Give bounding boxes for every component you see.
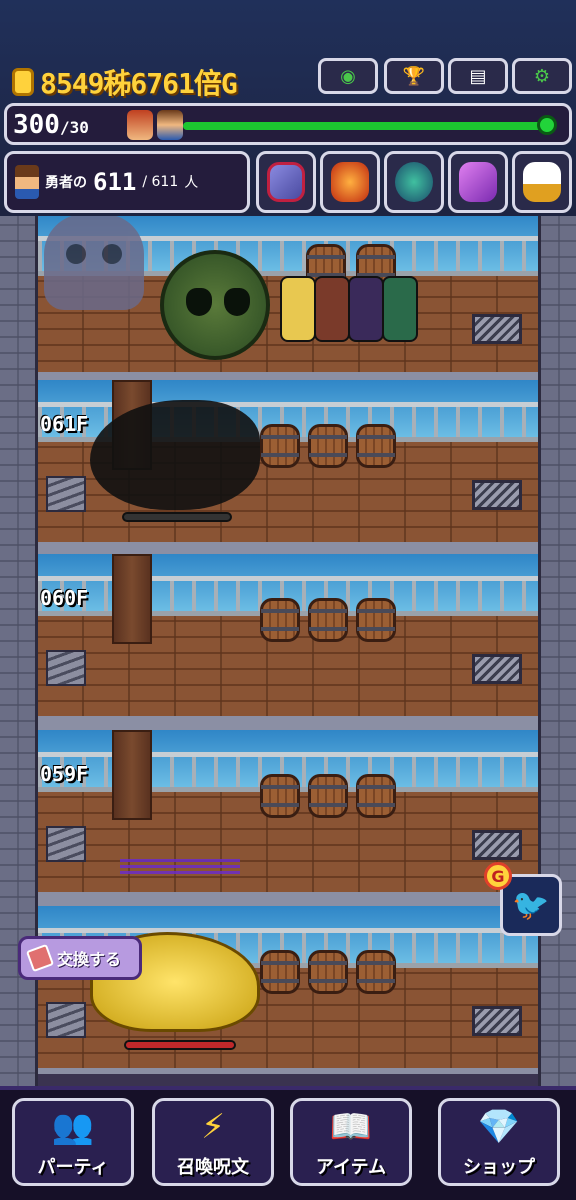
tower-floor: 059F	[38, 722, 538, 898]
globe-button[interactable]: ◉	[318, 58, 378, 94]
items-button[interactable]: 📖 アイテム	[290, 1098, 412, 1186]
document-icon: ▤	[469, 65, 487, 87]
stamina-bar: 300/30	[4, 103, 572, 145]
hero-count-unit: 人	[184, 175, 199, 191]
stamina-knob	[537, 115, 557, 135]
hero-party-sprites	[280, 262, 450, 342]
stairs-up-icon	[46, 826, 86, 862]
barrel	[308, 424, 348, 468]
hero-count-label: 勇者の	[45, 175, 87, 191]
enemy-hp-bar	[124, 1040, 236, 1050]
ghost-enemy[interactable]	[44, 214, 144, 310]
stairs-down-icon	[472, 654, 522, 684]
lightning-icon: ⚡	[201, 1107, 225, 1147]
gold-amount: 8549秭6761倍G	[40, 67, 238, 100]
tower-floor: 060F	[38, 546, 538, 722]
twitter-bird-icon: 🐦	[512, 887, 550, 923]
hero-count-panel: 勇者の 611 / 611 人	[4, 151, 250, 213]
shop-button[interactable]: 💎 ショップ	[438, 1098, 560, 1186]
bottom-nav: 👥 パーティ ⚡ 召喚呪文 📖 アイテム 💎 ショップ	[0, 1086, 576, 1200]
ticket-icon	[25, 943, 55, 973]
party-label: パーティ	[37, 1157, 109, 1178]
exchange-label: 交換する	[57, 950, 122, 969]
trophy-icon: 🏆	[402, 65, 426, 87]
summon-button[interactable]: ⚡ 召喚呪文	[152, 1098, 274, 1186]
barrel	[308, 950, 348, 994]
boss-slot-serpent[interactable]	[384, 151, 444, 213]
globe-icon: ◉	[340, 65, 356, 87]
stamina-value: 300/30	[13, 110, 89, 140]
stairs-down-icon	[472, 830, 522, 860]
purple-smear-effect	[120, 856, 240, 874]
gold-counter: 8549秭6761倍G	[12, 62, 238, 102]
stairs-down-icon	[472, 480, 522, 510]
party-heroes-icon: 👥	[51, 1107, 95, 1147]
stairs-up-icon	[46, 476, 86, 512]
barrel	[308, 598, 348, 642]
stairs-down-icon	[472, 314, 522, 344]
hero-count-total: / 611	[142, 174, 179, 190]
barrel	[356, 950, 396, 994]
log-button[interactable]: ▤	[448, 58, 508, 94]
party-button[interactable]: 👥 パーティ	[12, 1098, 134, 1186]
boss-slot-fire-dragon[interactable]	[320, 151, 380, 213]
floor-number: 060F	[40, 586, 89, 610]
floor-number: 061F	[40, 412, 89, 436]
summon-label: 召喚呪文	[177, 1157, 249, 1178]
stairs-down-icon	[472, 1006, 522, 1036]
hero-icon	[15, 165, 39, 199]
boss-slot-eagle[interactable]	[512, 151, 572, 213]
settings-button[interactable]: ⚙	[512, 58, 572, 94]
barrel	[260, 774, 300, 818]
diamond-icon: 💎	[477, 1107, 521, 1147]
exchange-button[interactable]: 交換する	[18, 936, 142, 980]
coin-icon	[12, 68, 34, 96]
barrel	[356, 774, 396, 818]
hero-count-current: 611	[93, 168, 137, 196]
floor-number: 059F	[40, 762, 89, 786]
enemy-hp-bar	[122, 512, 232, 522]
boss-slot-purple-beast[interactable]	[448, 151, 508, 213]
g-badge: G	[484, 862, 512, 890]
hero-portrait-icon	[157, 110, 183, 140]
trophy-button[interactable]: 🏆	[384, 58, 444, 94]
barrel	[260, 424, 300, 468]
stairs-up-icon	[46, 1002, 86, 1038]
barrel	[308, 774, 348, 818]
boss-slot-knight[interactable]	[256, 151, 316, 213]
stairs-up-icon	[46, 650, 86, 686]
top-hud: 8549秭6761倍G ◉ 🏆 ▤ ⚙ 300/30 勇者の 611 / 611…	[0, 0, 576, 216]
items-label: アイテム	[315, 1157, 387, 1178]
hero-portrait-icon	[127, 110, 153, 140]
book-icon: 📖	[329, 1107, 373, 1147]
barrel	[356, 424, 396, 468]
skull-slime-boss[interactable]	[160, 250, 270, 360]
stamina-fill	[183, 122, 555, 130]
gear-icon: ⚙	[533, 65, 551, 87]
barrel	[260, 950, 300, 994]
shop-label: ショップ	[463, 1157, 535, 1178]
barrel	[260, 598, 300, 642]
barrel	[356, 598, 396, 642]
